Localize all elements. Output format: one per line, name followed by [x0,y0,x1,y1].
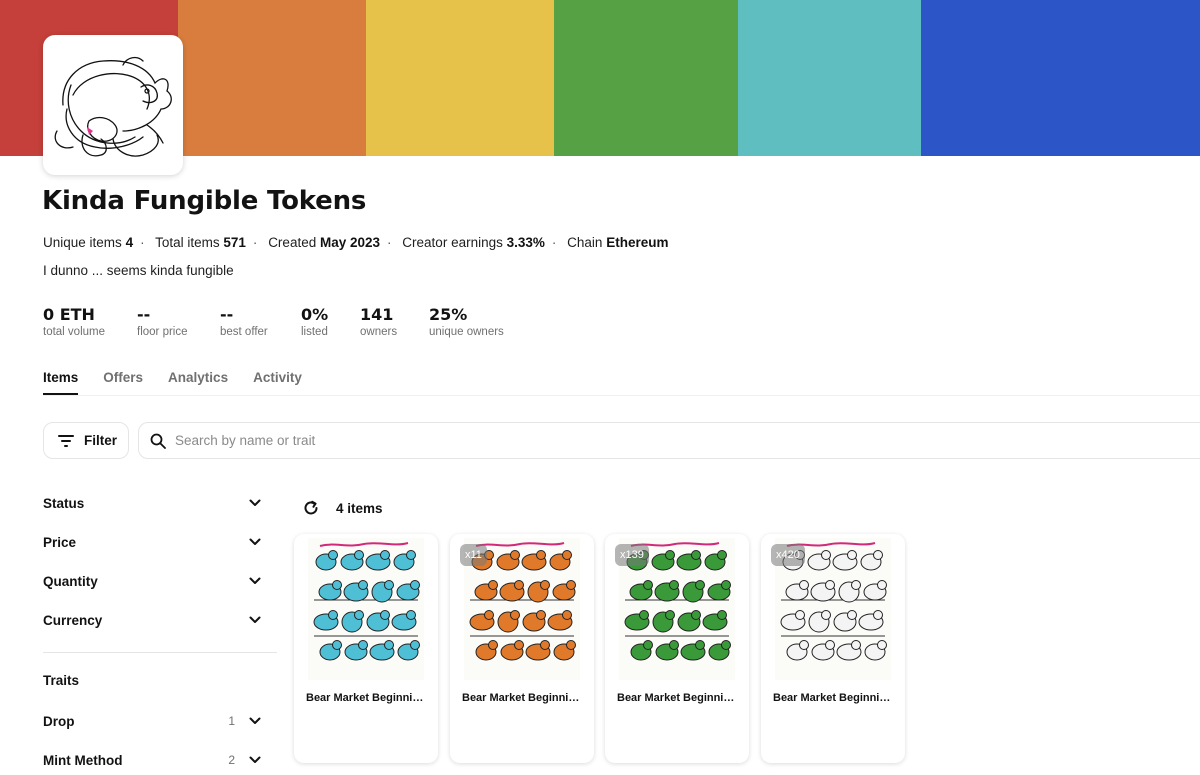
stat-value: 0 ETH [43,305,95,324]
filter-button[interactable]: Filter [43,422,129,459]
stat-value: 141 [360,305,394,324]
quantity-badge: x139 [615,544,649,566]
banner-stripe-teal [738,0,922,156]
banner-stripe-green [553,0,738,156]
stat-label: owners [360,326,398,338]
trait-count: 2 [228,753,235,767]
stat-listed[interactable]: 0% listed [301,305,328,338]
chevron-down-icon [249,577,261,584]
item-card[interactable]: x11 Bear Market Beginnings [450,534,594,763]
bear-sketch-image [54,56,172,157]
search-icon [150,433,166,449]
collection-tabs: Items Offers Analytics Activity [43,370,327,395]
stat-label: floor price [137,326,188,338]
banner-stripe-orange [178,0,366,156]
stat-label: unique owners [429,326,504,338]
filter-quantity[interactable]: Quantity [43,569,261,593]
banner-stripe-blue [921,0,1200,156]
tab-offers[interactable]: Offers [103,370,143,395]
filter-label: Price [43,534,77,550]
stat-value: 0% [301,305,329,324]
tab-analytics[interactable]: Analytics [168,370,228,395]
item-name: Bear Market Beginnings [773,692,895,704]
collection-title: Kinda Fungible Tokens [42,186,367,216]
trait-drop[interactable]: Drop 1 [43,709,261,733]
quantity-badge: x420 [771,544,805,566]
search-bar[interactable] [138,422,1200,459]
stat-unique-owners[interactable]: 25% unique owners [429,305,504,338]
trait-mint-method[interactable]: Mint Method 2 [43,748,261,772]
chevron-down-icon [249,717,261,724]
stat-label: listed [301,326,328,338]
collection-avatar[interactable] [43,35,183,175]
stat-total-volume[interactable]: 0 ETH total volume [43,305,105,338]
tabs-divider [43,395,1200,396]
item-card[interactable]: x420 Bear Market Beginnings [761,534,905,763]
sidebar-divider [43,652,277,653]
chevron-down-icon [249,499,261,506]
item-name: Bear Market Beginnings [617,692,739,704]
stat-best-offer[interactable]: -- best offer [220,305,268,338]
traits-heading: Traits [43,673,80,688]
meta-unique-items: Unique items 4 [43,235,134,250]
filter-price[interactable]: Price [43,530,261,554]
stat-owners[interactable]: 141 owners [360,305,397,338]
trait-label: Mint Method [43,752,123,768]
chevron-down-icon [249,756,261,763]
refresh-icon[interactable] [303,500,319,516]
filter-lines-icon [58,434,74,447]
filter-label: Quantity [43,573,98,589]
item-card[interactable]: Bear Market Beginnings [294,534,438,763]
chevron-down-icon [249,616,261,623]
collection-meta: Unique items 4 · Total items 571 · Created… [43,235,669,250]
stat-label: total volume [43,326,106,338]
item-name: Bear Market Beginnings [306,692,428,704]
items-header: 4 items [303,500,383,516]
stat-value: 25% [429,305,468,324]
item-name: Bear Market Beginnings [462,692,584,704]
trait-label: Drop [43,713,75,729]
tab-activity[interactable]: Activity [253,370,302,395]
filter-currency[interactable]: Currency [43,608,261,632]
meta-total-items: Total items 571 [155,235,246,250]
quantity-badge: x11 [460,544,487,566]
tab-items[interactable]: Items [43,370,79,395]
stat-label: best offer [220,326,268,338]
stat-value: -- [220,305,234,324]
search-input[interactable] [175,433,775,448]
filter-label: Status [43,495,85,511]
meta-created: Created May 2023 [268,235,381,250]
chevron-down-icon [249,538,261,545]
filter-button-label: Filter [84,433,118,448]
stat-floor-price[interactable]: -- floor price [137,305,188,338]
item-card[interactable]: x139 Bear Market Beginnings [605,534,749,763]
banner-stripe-yellow [366,0,554,156]
collection-description: I dunno ... seems kinda fungible [43,263,234,278]
items-count: 4 items [336,500,383,516]
meta-creator-earnings[interactable]: Creator earnings 3.33% [402,235,545,250]
meta-chain: Chain Ethereum [567,235,669,250]
trait-count: 1 [228,714,235,728]
stat-value: -- [137,305,151,324]
filter-status[interactable]: Status [43,491,261,515]
item-artwork [308,538,424,680]
filter-label: Currency [43,612,103,628]
